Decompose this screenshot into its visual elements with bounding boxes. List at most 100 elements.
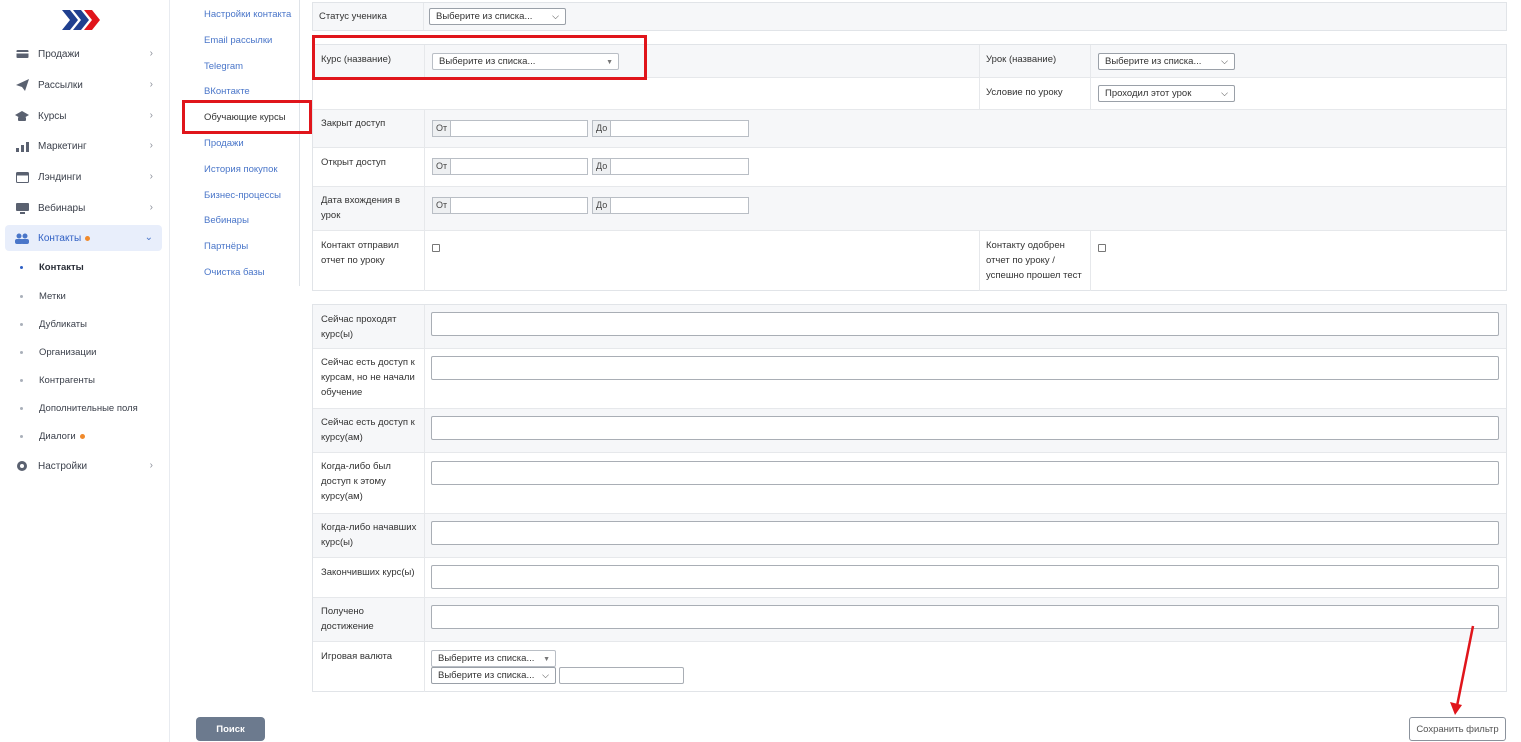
sidebar: Продажи › Рассылки › Курсы › Маркетинг ›… — [0, 0, 170, 742]
course-filter-row: Сейчас есть доступ к курсу(ам) — [313, 409, 1506, 453]
sub-item-duplicates[interactable]: Дубликаты — [20, 319, 87, 330]
entry-date-row: Дата вхождения в урок От До — [313, 187, 1506, 231]
sidebar-item-marketing[interactable]: Маркетинг › — [5, 133, 162, 159]
save-filter-button[interactable]: Сохранить фильтр — [1409, 717, 1506, 741]
lesson-label: Урок (название) — [986, 54, 1057, 65]
divider — [1090, 45, 1091, 77]
divider — [423, 3, 424, 30]
menu-business-processes[interactable]: Бизнес-процессы — [204, 190, 281, 201]
course-filter-input[interactable] — [431, 565, 1499, 589]
sidebar-item-label: Вебинары — [38, 202, 86, 214]
menu-database-cleanup[interactable]: Очистка базы — [204, 267, 265, 278]
sub-item-label: Организации — [39, 347, 97, 358]
sub-item-label: Метки — [39, 291, 66, 302]
select-value: Выберите из списка... — [1105, 56, 1202, 67]
course-filter-row: Получено достижение — [313, 598, 1506, 642]
game-currency-select[interactable]: Выберите из списка... ▼ — [431, 650, 556, 667]
bullet-icon — [20, 379, 23, 382]
sidebar-item-landings[interactable]: Лэндинги › — [5, 164, 162, 190]
logo[interactable] — [62, 9, 100, 36]
divider — [1090, 78, 1091, 109]
date-to-input[interactable] — [610, 197, 750, 214]
menu-vkontakte[interactable]: ВКонтакте — [204, 86, 250, 97]
game-currency-condition-select[interactable]: Выберите из списка... ⌵ — [431, 667, 556, 684]
sidebar-item-courses[interactable]: Курсы › — [5, 103, 162, 129]
closed-access-from: От — [432, 120, 589, 137]
sidebar-item-label: Продажи — [38, 48, 80, 60]
course-filter-input[interactable] — [431, 605, 1499, 629]
sidebar-item-contacts[interactable]: Контакты ⌄ — [5, 225, 162, 251]
sidebar-item-label: Курсы — [38, 110, 67, 122]
sub-item-label: Дополнительные поля — [39, 403, 138, 414]
entry-date-from: От — [432, 197, 589, 214]
date-to-prefix: До — [592, 120, 611, 137]
game-currency-amount-input[interactable] — [559, 667, 684, 684]
chevron-down-icon: ⌵ — [1221, 56, 1228, 66]
menu-email-mailings[interactable]: Email рассылки — [204, 35, 272, 46]
course-filter-input[interactable] — [431, 461, 1499, 485]
course-filter-input[interactable] — [431, 416, 1499, 440]
sidebar-item-webinars[interactable]: Вебинары › — [5, 195, 162, 221]
course-filter-label: Сейчас есть доступ к курсу(ам) — [321, 417, 415, 443]
entry-date-label: Дата вхождения в урок — [321, 195, 401, 221]
approved-report-label: Контакту одобрен отчет по уроку / успешн… — [986, 240, 1082, 281]
divider — [1090, 231, 1091, 291]
menu-telegram[interactable]: Telegram — [204, 61, 243, 72]
menu-sales[interactable]: Продажи — [204, 138, 244, 149]
menu-partners[interactable]: Партнёры — [204, 241, 248, 252]
bullet-icon — [20, 407, 23, 410]
approved-report-checkbox[interactable] — [1098, 244, 1106, 252]
course-filter-input[interactable] — [431, 521, 1499, 545]
sidebar-item-mailings[interactable]: Рассылки › — [5, 72, 162, 98]
sub-item-label: Контакты — [39, 262, 84, 273]
caret-down-icon: ▼ — [543, 656, 550, 663]
date-from-input[interactable] — [450, 120, 589, 137]
sub-item-organizations[interactable]: Организации — [20, 347, 96, 358]
student-status-select[interactable]: Выберите из списка... ⌵ — [429, 8, 566, 25]
graduation-cap-icon — [15, 110, 29, 122]
chevron-right-icon: › — [149, 171, 153, 182]
course-filter-input[interactable] — [431, 356, 1499, 380]
sent-report-checkbox[interactable] — [432, 244, 440, 252]
date-from-input[interactable] — [450, 197, 589, 214]
menu-contact-settings[interactable]: Настройки контакта — [204, 9, 291, 20]
divider — [424, 514, 425, 557]
course-filter-row: Когда-либо начавших курс(ы) — [313, 514, 1506, 558]
search-button[interactable]: Поиск — [196, 717, 265, 741]
bullet-icon — [20, 266, 23, 269]
course-filter-input[interactable] — [431, 312, 1499, 336]
date-to-input[interactable] — [610, 158, 750, 175]
course-state-block: Сейчас проходят курс(ы) Сейчас есть дост… — [312, 304, 1507, 692]
date-from-input[interactable] — [450, 158, 589, 175]
chevron-right-icon: › — [149, 48, 153, 59]
lesson-condition-select[interactable]: Проходил этот урок ⌵ — [1098, 85, 1235, 102]
date-from-prefix: От — [432, 197, 451, 214]
browser-window-icon — [15, 171, 29, 183]
course-lesson-block: Курс (название) Выберите из списка... ▼ … — [312, 44, 1507, 291]
bar-chart-icon — [15, 140, 29, 152]
chevron-down-icon: ⌄ — [144, 232, 153, 243]
game-currency-row: Игровая валюта Выберите из списка... ▼ В… — [313, 642, 1506, 692]
menu-purchase-history[interactable]: История покупок — [204, 164, 278, 175]
sub-item-dialogs[interactable]: Диалоги — [20, 431, 85, 442]
student-status-block: Статус ученика Выберите из списка... ⌵ — [312, 2, 1507, 31]
divider — [979, 45, 980, 77]
lesson-select[interactable]: Выберите из списка... ⌵ — [1098, 53, 1235, 70]
sub-item-contacts[interactable]: Контакты — [20, 262, 84, 273]
sub-item-contractors[interactable]: Контрагенты — [20, 375, 95, 386]
highlight-box-menu — [182, 100, 312, 134]
sidebar-item-sales[interactable]: Продажи › — [5, 41, 162, 67]
wallet-icon — [15, 48, 29, 60]
bullet-icon — [20, 323, 23, 326]
select-value: Выберите из списка... — [438, 653, 535, 664]
divider — [424, 558, 425, 597]
sidebar-item-settings[interactable]: Настройки › — [5, 453, 162, 479]
divider — [979, 231, 980, 291]
chevron-right-icon: › — [149, 79, 153, 90]
logo-chevrons-icon — [62, 10, 100, 30]
date-to-input[interactable] — [610, 120, 750, 137]
menu-webinars[interactable]: Вебинары — [204, 215, 249, 226]
monitor-icon — [15, 202, 29, 214]
sub-item-tags[interactable]: Метки — [20, 291, 66, 302]
sub-item-extra-fields[interactable]: Дополнительные поля — [20, 403, 138, 414]
